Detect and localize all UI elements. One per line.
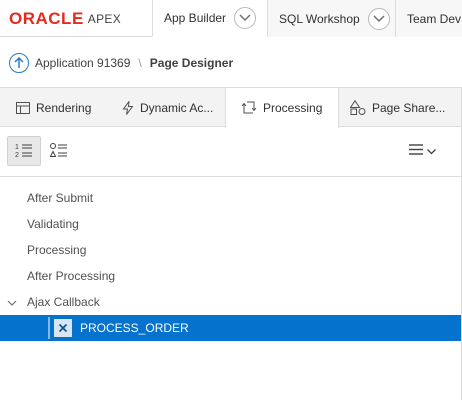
tab-team-development[interactable]: Team Dev	[395, 0, 462, 37]
top-navigation-bar: ORACLE APEX App Builder SQL Workshop Tea…	[0, 0, 462, 37]
ordered-list-view-button[interactable]: 1 2	[7, 136, 41, 166]
tab-page-shared-components[interactable]: Page Share...	[350, 88, 462, 127]
tab-label: Dynamic Ac...	[140, 100, 214, 115]
svg-text:2: 2	[15, 152, 19, 158]
breadcrumb-application-link[interactable]: Application 91369	[35, 56, 130, 70]
tree-node-ajax-callback[interactable]: Ajax Callback	[0, 289, 462, 315]
tree-node-label: Validating	[27, 217, 79, 231]
tree-node-label: After Submit	[27, 191, 94, 205]
chevron-down-icon	[427, 144, 436, 158]
process-close-icon	[54, 319, 72, 337]
tab-app-builder[interactable]: App Builder	[152, 0, 267, 37]
tree-node-validating[interactable]: Validating	[0, 211, 462, 237]
tab-label: App Builder	[164, 11, 227, 25]
tree-toolbar: 1 2	[0, 128, 462, 177]
breadcrumb: Application 91369 \ Page Designer	[0, 38, 462, 88]
tree-node-label: After Processing	[27, 269, 116, 283]
tree-node-processing[interactable]: Processing	[0, 237, 462, 263]
ordered-list-icon: 1 2	[15, 142, 33, 161]
tree-menu-button[interactable]	[409, 136, 436, 166]
hamburger-menu-icon	[409, 144, 423, 158]
tree-node-after-processing[interactable]: After Processing	[0, 263, 462, 289]
tree-node-process-order[interactable]: PROCESS_ORDER	[0, 315, 462, 341]
tab-label: SQL Workshop	[279, 11, 360, 26]
tree-node-after-submit[interactable]: After Submit	[0, 185, 462, 211]
tab-label: Processing	[263, 101, 323, 115]
tab-sql-workshop[interactable]: SQL Workshop	[267, 0, 395, 37]
logo-brand: ORACLE	[9, 9, 84, 28]
page-designer-tabs: Rendering Dynamic Ac... Processing Page …	[0, 88, 462, 128]
tab-processing[interactable]: Processing	[225, 88, 339, 128]
svg-text:1: 1	[15, 144, 19, 151]
breadcrumb-separator: \	[138, 55, 142, 70]
tab-label: Team Dev	[407, 11, 462, 26]
grouped-list-icon	[49, 142, 68, 161]
tree-node-label: Processing	[27, 243, 87, 257]
breadcrumb-current-page: Page Designer	[149, 55, 234, 70]
rendering-icon	[16, 101, 30, 114]
logo-product: APEX	[87, 12, 121, 26]
lightning-icon	[122, 100, 134, 115]
tree-node-label: Ajax Callback	[27, 295, 100, 309]
tree-guide-line	[48, 317, 50, 339]
tab-label: Rendering	[36, 100, 92, 115]
tab-dynamic-actions[interactable]: Dynamic Ac...	[122, 88, 224, 127]
processing-icon	[241, 101, 257, 115]
tab-label: Page Share...	[372, 100, 446, 115]
grouped-list-view-button[interactable]	[42, 136, 76, 166]
tree-node-label: PROCESS_ORDER	[80, 321, 189, 335]
shapes-icon	[350, 100, 366, 115]
oracle-apex-logo[interactable]: ORACLE APEX	[9, 8, 121, 30]
collapse-chevron-icon[interactable]	[7, 297, 17, 307]
tab-rendering[interactable]: Rendering	[16, 88, 108, 127]
chevron-down-icon[interactable]	[234, 7, 257, 29]
chevron-down-icon[interactable]	[367, 7, 390, 30]
arrow-up-icon[interactable]	[9, 52, 29, 73]
